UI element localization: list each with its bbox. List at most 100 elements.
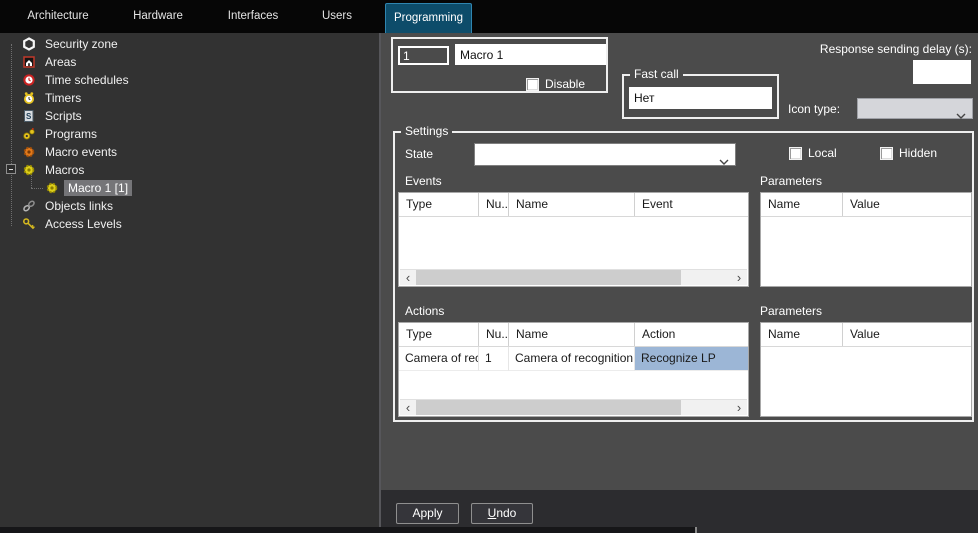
macro-id-field[interactable] [398, 46, 449, 65]
tab-interfaces[interactable]: Interfaces [208, 0, 298, 33]
actions-horizontal-scrollbar[interactable]: ‹ › [400, 399, 747, 415]
events-label: Events [405, 174, 442, 188]
sidebar-item-time-schedules[interactable]: Time schedules [0, 71, 379, 89]
fast-call-title: Fast call [630, 67, 683, 81]
actions-table-row[interactable]: Camera of rec.. 1 Camera of recognition … [399, 347, 748, 371]
scrollbar-thumb[interactable] [416, 270, 681, 285]
fast-call-field[interactable] [629, 87, 772, 109]
sidebar-item-label: Macros [41, 162, 88, 178]
events-horizontal-scrollbar[interactable]: ‹ › [400, 269, 747, 285]
action-parameters-header: Name Value [761, 323, 971, 347]
action-parameters-table[interactable]: Name Value [760, 322, 972, 417]
event-parameters-table[interactable]: Name Value [760, 192, 972, 287]
chevron-down-icon [719, 152, 729, 170]
sidebar-item-scripts[interactable]: S Scripts [0, 107, 379, 125]
macros-icon [22, 163, 36, 177]
sidebar-item-timers[interactable]: Timers [0, 89, 379, 107]
time-schedules-icon [22, 73, 36, 87]
column-header[interactable]: Type [399, 323, 479, 346]
sidebar-item-label: Programs [41, 126, 101, 142]
column-header[interactable]: Event [635, 193, 748, 216]
state-label: State [405, 147, 433, 161]
undo-button[interactable]: Undo [471, 503, 533, 524]
column-header[interactable]: Type [399, 193, 479, 216]
actions-label: Actions [405, 304, 444, 318]
hidden-checkbox[interactable] [880, 147, 893, 160]
macro-icon [45, 181, 59, 195]
scrollbar-thumb[interactable] [416, 400, 681, 415]
sidebar-item-label: Timers [41, 90, 85, 106]
sidebar-item-macro-events[interactable]: Macro events [0, 143, 379, 161]
sidebar-item-objects-links[interactable]: Objects links [0, 197, 379, 215]
event-parameters-label: Parameters [760, 174, 822, 188]
column-header[interactable]: Value [843, 193, 971, 216]
objects-links-icon [22, 199, 36, 213]
sidebar-item-security-zone[interactable]: Security zone [0, 35, 379, 53]
icon-type-label: Icon type: [788, 102, 840, 116]
tab-users[interactable]: Users [298, 0, 376, 33]
tab-programming[interactable]: Programming [385, 3, 472, 33]
tab-hardware[interactable]: Hardware [108, 0, 208, 33]
settings-title: Settings [401, 124, 452, 138]
action-action-cell-selected[interactable]: Recognize LP [635, 347, 748, 371]
actions-table-header: Type Nu... Name Action [399, 323, 748, 347]
actions-table[interactable]: Type Nu... Name Action Camera of rec.. 1… [398, 322, 749, 417]
state-dropdown[interactable] [474, 143, 736, 166]
events-table[interactable]: Type Nu... Name Event ‹ › [398, 192, 749, 287]
column-header[interactable]: Value [843, 323, 971, 346]
events-table-header: Type Nu... Name Event [399, 193, 748, 217]
scrollbar-track[interactable] [416, 400, 731, 415]
settings-group: Settings State Local Hidden Events Type … [393, 131, 974, 422]
local-label: Local [808, 146, 837, 160]
scroll-left-icon[interactable]: ‹ [400, 270, 416, 285]
scroll-left-icon[interactable]: ‹ [400, 400, 416, 415]
apply-button-label: Apply [397, 504, 458, 523]
scrollbar-track[interactable] [416, 270, 731, 285]
scroll-right-icon[interactable]: › [731, 400, 747, 415]
macro-events-icon [22, 145, 36, 159]
response-delay-field[interactable] [913, 60, 971, 84]
macro-editor-panel: Disable Fast call Response sending delay… [381, 33, 978, 490]
response-delay-label: Response sending delay (s): [820, 42, 972, 56]
action-type-cell[interactable]: Camera of rec.. [399, 347, 479, 371]
svg-text:S: S [26, 112, 32, 121]
sidebar-item-programs[interactable]: Programs [0, 125, 379, 143]
action-name-cell[interactable]: Camera of recognition .. [509, 347, 635, 371]
sidebar-item-areas[interactable]: Areas [0, 53, 379, 71]
hidden-label: Hidden [899, 146, 937, 160]
column-header[interactable]: Nu... [479, 193, 509, 216]
scroll-right-icon[interactable]: › [731, 270, 747, 285]
tab-bar: Architecture Hardware Interfaces Users P… [0, 0, 978, 33]
access-levels-icon [22, 217, 36, 231]
security-zone-icon [22, 37, 36, 51]
column-header[interactable]: Name [761, 323, 843, 346]
column-header[interactable]: Name [509, 193, 635, 216]
app-window: Architecture Hardware Interfaces Users P… [0, 0, 978, 533]
macro-name-field[interactable] [455, 44, 606, 65]
sidebar-item-access-levels[interactable]: Access Levels [0, 215, 379, 233]
action-parameters-label: Parameters [760, 304, 822, 318]
column-header[interactable]: Name [761, 193, 843, 216]
fast-call-group: Fast call [622, 74, 779, 119]
sidebar-item-label: Security zone [41, 36, 122, 52]
timers-icon [22, 91, 36, 105]
icon-type-dropdown[interactable] [857, 98, 973, 119]
apply-button[interactable]: Apply [396, 503, 459, 524]
disable-checkbox-row: Disable [526, 77, 585, 91]
scripts-icon: S [22, 109, 36, 123]
disable-checkbox[interactable] [526, 78, 539, 91]
areas-icon [22, 55, 36, 69]
tab-architecture[interactable]: Architecture [8, 0, 108, 33]
sidebar-item-macros[interactable]: Macros [0, 161, 379, 179]
undo-button-label: Undo [472, 504, 532, 523]
object-tree-sidebar: Security zone Areas Time schedules Timer… [0, 33, 379, 533]
column-header[interactable]: Nu... [479, 323, 509, 346]
programs-icon [22, 127, 36, 141]
state-value [475, 147, 479, 161]
column-header[interactable]: Action [635, 323, 748, 346]
sidebar-item-macro-1[interactable]: Macro 1 [1] [0, 179, 379, 197]
window-bottom-edge [0, 527, 695, 533]
local-checkbox[interactable] [789, 147, 802, 160]
action-number-cell[interactable]: 1 [479, 347, 509, 371]
column-header[interactable]: Name [509, 323, 635, 346]
